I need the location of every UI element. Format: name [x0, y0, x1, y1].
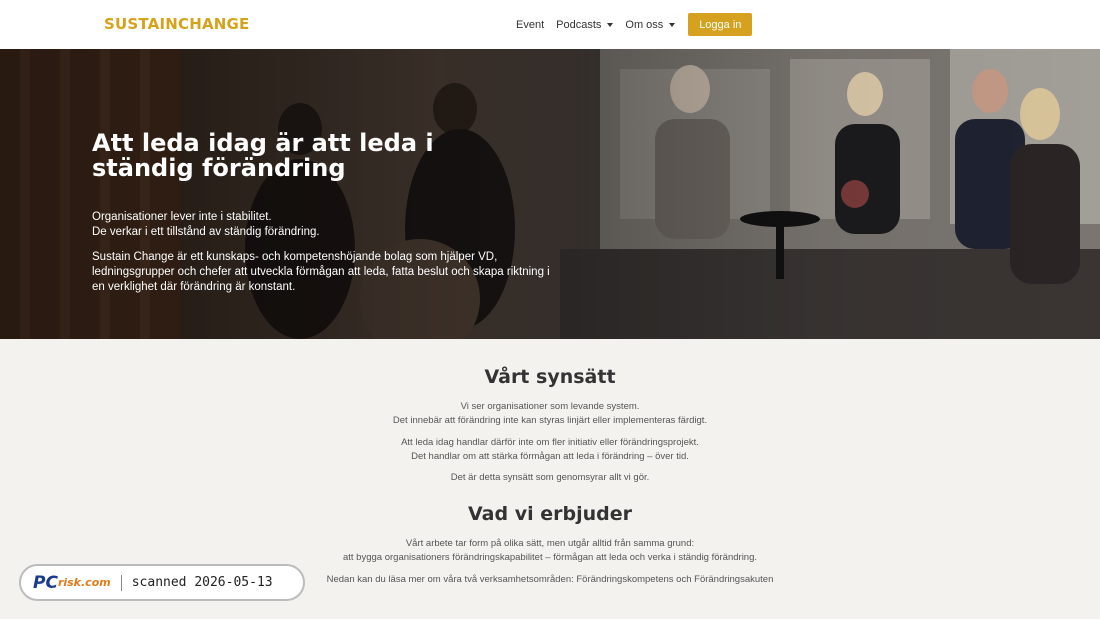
chevron-down-icon — [607, 22, 614, 27]
nav-item-label: Event — [516, 18, 545, 31]
scan-watermark-badge: PC risk.com scanned 2026-05-13 — [19, 564, 305, 601]
hero-intro: Organisationer lever inte i stabilitet. … — [92, 210, 562, 240]
hero-intro-line-2: De verkar i ett tillstånd av ständig för… — [92, 226, 320, 238]
main-nav: Event Podcasts Om oss Logga in — [516, 13, 753, 36]
nav-item-om-oss[interactable]: Om oss — [625, 18, 676, 31]
erbjuder-paragraph-1: Vårt arbete tar form på olika sätt, men … — [0, 537, 1100, 565]
pcrisk-logo-small: risk.com — [57, 576, 111, 589]
text-line: Det innebär att förändring inte kan styr… — [392, 415, 708, 426]
chevron-down-icon — [669, 22, 676, 27]
hero-overlay — [0, 49, 1100, 339]
text-line: Vårt arbete tar form på olika sätt, men … — [405, 538, 695, 549]
nav-item-podcasts[interactable]: Podcasts — [556, 18, 614, 31]
scan-date-text: scanned 2026-05-13 — [131, 575, 273, 590]
nav-item-label: Podcasts — [556, 18, 602, 31]
hero-intro-line-1: Organisationer lever inte i stabilitet. — [92, 211, 272, 223]
site-header: SUSTAINCHANGE Event Podcasts Om oss Logg… — [0, 0, 1100, 49]
nav-item-event[interactable]: Event — [516, 19, 544, 31]
hero-description: Sustain Change är ett kunskaps- och komp… — [92, 251, 550, 293]
text-line: Att leda idag handlar därför inte om fle… — [401, 437, 699, 448]
badge-divider — [120, 574, 122, 591]
nav-item-label: Om oss — [625, 18, 664, 31]
hero-title: Att leda idag är att leda i ständig förä… — [92, 129, 434, 182]
text-line: att bygga organisationers förändringskap… — [342, 552, 758, 563]
section-title-erbjuder: Vad vi erbjuder — [468, 503, 632, 525]
synsatt-paragraph-3: Det är detta synsätt som genomsyrar allt… — [450, 472, 650, 483]
synsatt-paragraph-2: Att leda idag handlar därför inte om fle… — [0, 436, 1100, 464]
text-line: Det handlar om att stärka förmågan att l… — [411, 451, 689, 462]
pcrisk-logo-main: PC — [33, 572, 58, 593]
synsatt-paragraph-1: Vi ser organisationer som levande system… — [0, 400, 1100, 428]
login-button[interactable]: Logga in — [688, 13, 753, 36]
site-logo[interactable]: SUSTAINCHANGE — [104, 15, 249, 33]
text-line: Vi ser organisationer som levande system… — [460, 401, 640, 412]
hero-banner: Att leda idag är att leda i ständig förä… — [0, 49, 1100, 339]
section-title-synsatt: Vårt synsätt — [484, 366, 616, 388]
pcrisk-logo: PC risk.com — [33, 573, 111, 593]
